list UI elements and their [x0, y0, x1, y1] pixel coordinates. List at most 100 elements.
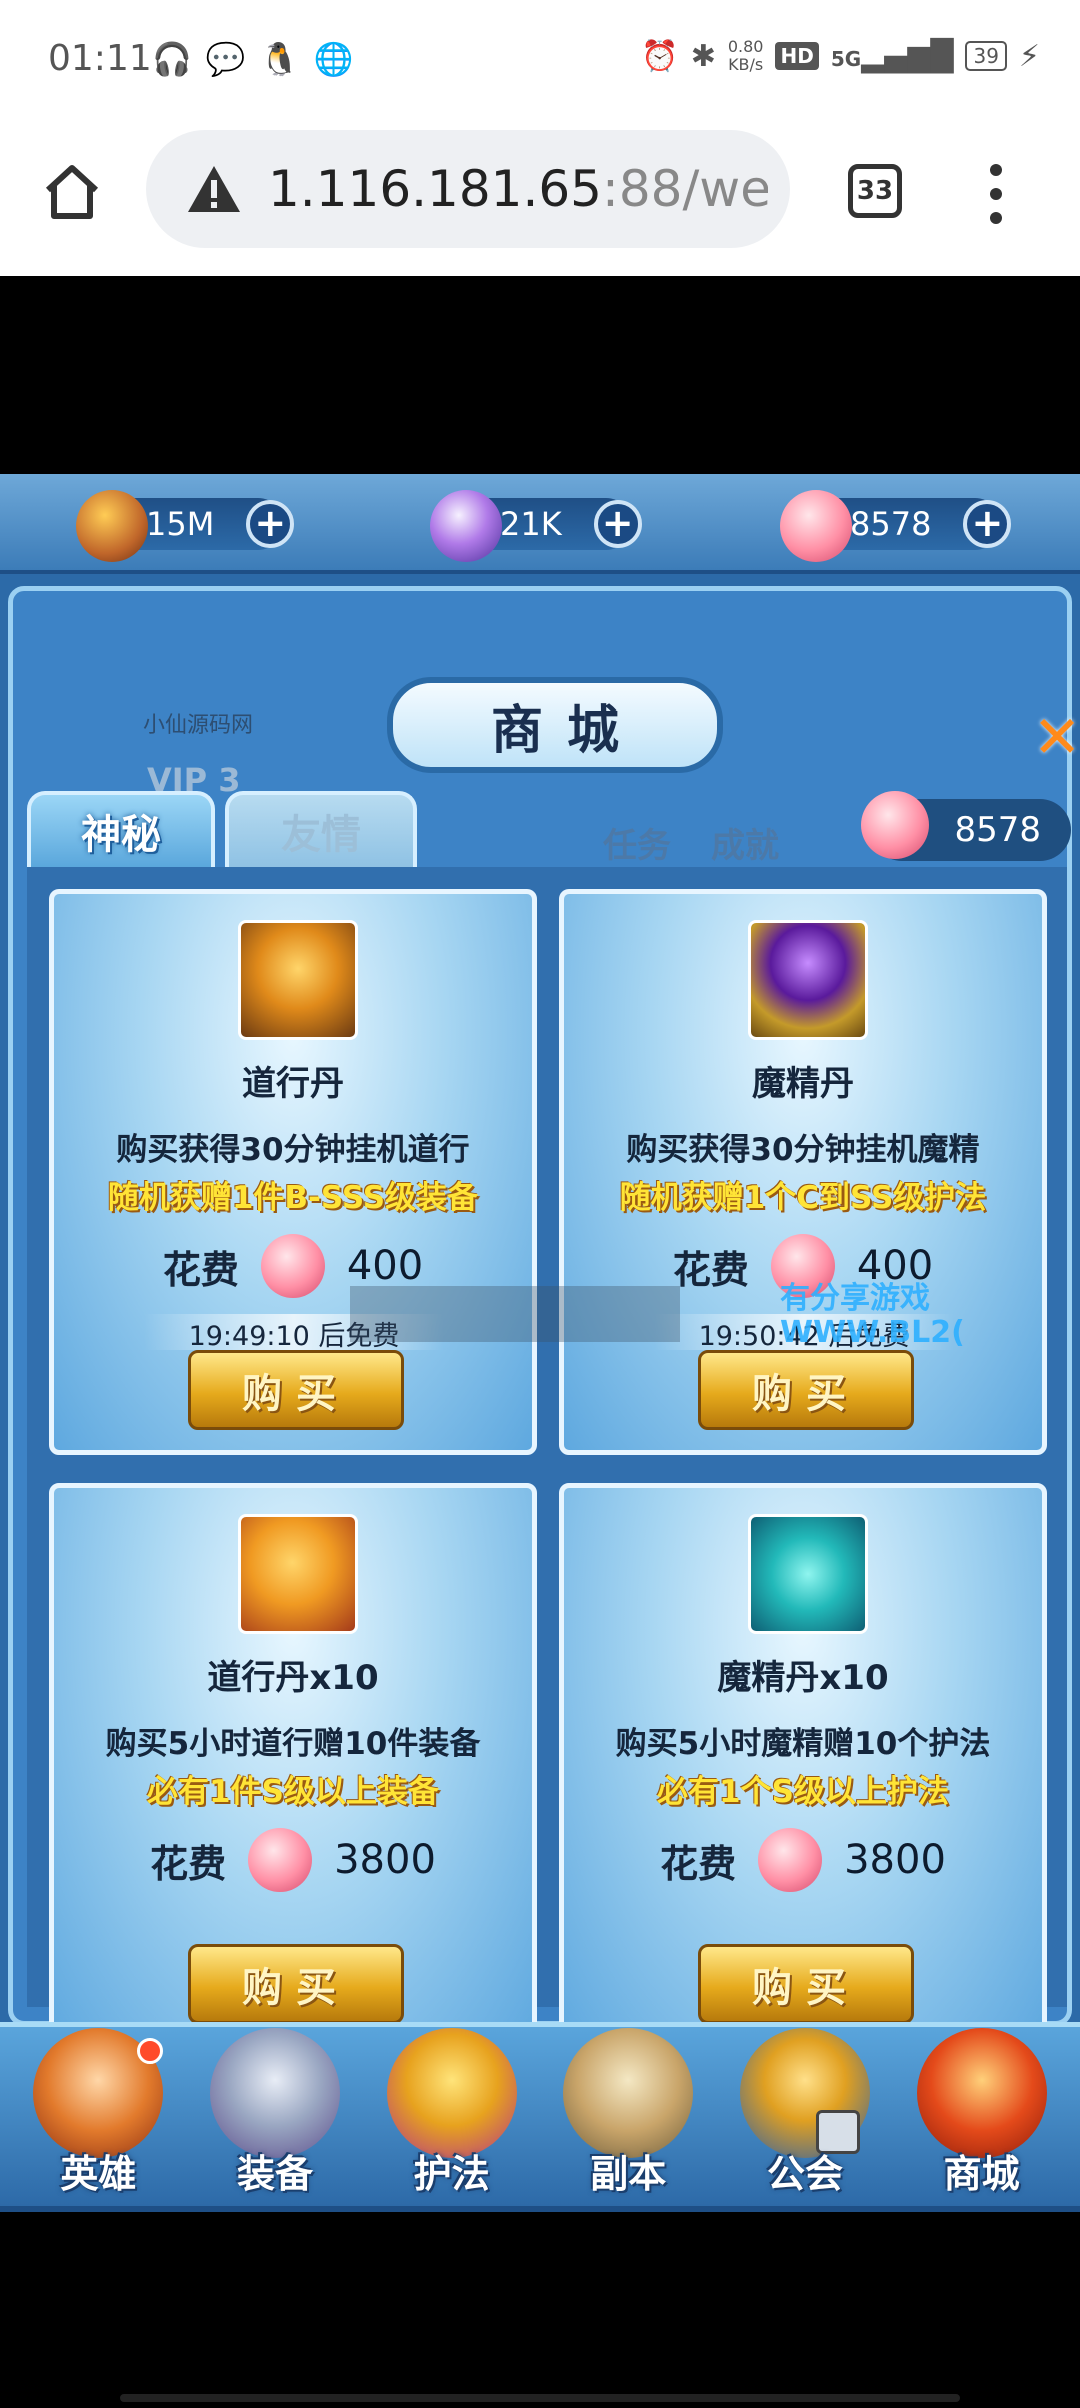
status-bar: 01:11 🎧 💬 🐧 🌐 ⏰ ✱ 0.80 KB/s HD 5G▂▄▆█ 39…: [0, 0, 1080, 120]
shop-item-card: 道行丹x10 购买5小时道行赠10件装备 必有1件S级以上装备 花费 3800 …: [49, 1483, 537, 2049]
shop-item-card: 魔精丹x10 购买5小时魔精赠10个护法 必有1个S级以上护法 花费 3800 …: [559, 1483, 1047, 2049]
cost-value: 3800: [334, 1837, 436, 1883]
resource-gourd: 15M +: [76, 490, 295, 562]
address-bar[interactable]: 1.116.181.65:88/west/: [146, 130, 790, 248]
nav-hero[interactable]: 英雄: [23, 2028, 173, 2198]
nav-guardian[interactable]: 护法: [377, 2028, 527, 2198]
task-label: 任务: [603, 826, 671, 866]
cost-label: 花费: [660, 1841, 737, 1886]
item-bonus: 随机获赠1个C到SS级护法: [619, 1180, 987, 1216]
watermark-text: 有分享游戏 WWW.BL2(: [780, 1282, 965, 1350]
peach-icon: [780, 490, 852, 564]
shop-title-banner: 商城: [387, 677, 723, 773]
cost-label: 花费: [672, 1247, 749, 1292]
tab-mystery[interactable]: 神秘: [27, 791, 215, 867]
tab-count: 33: [856, 176, 894, 206]
brand-watermark: 小仙源码网: [143, 713, 254, 738]
item-name: 魔精丹x10: [717, 1658, 889, 1698]
alarm-icon: ⏰: [641, 38, 679, 74]
peach-icon: [758, 1828, 823, 1894]
shop-item-card: 道行丹 购买获得30分钟挂机道行 随机获赠1件B-SSS级装备 花费 400 1…: [49, 889, 537, 1455]
daoxing-pill-icon: [238, 920, 358, 1040]
signal-icon: 5G▂▄▆█: [830, 38, 954, 74]
resource-value: 21K: [500, 505, 562, 543]
resource-bar: 15M + 21K + 8578 +: [0, 474, 1080, 574]
item-bonus: 随机获赠1件B-SSS级装备: [107, 1180, 479, 1216]
item-grid: 道行丹 购买获得30分钟挂机道行 随机获赠1件B-SSS级装备 花费 400 1…: [27, 867, 1067, 2137]
add-peach-button[interactable]: +: [963, 500, 1012, 548]
equipment-icon: [209, 2028, 340, 2158]
buy-button[interactable]: 购买: [698, 1350, 914, 1430]
status-right: ⏰ ✱ 0.80 KB/s HD 5G▂▄▆█ 39 ⚡: [641, 38, 1040, 74]
resource-gem: 21K +: [430, 490, 642, 562]
resource-value: 15M: [146, 505, 215, 543]
add-gourd-button[interactable]: +: [246, 500, 295, 548]
tab-friendship[interactable]: 友情: [225, 791, 417, 867]
mojing-bag-icon: [748, 1514, 868, 1634]
buy-button[interactable]: 购买: [188, 1944, 404, 2024]
bluetooth-icon: ✱: [690, 38, 716, 74]
url-text[interactable]: 1.116.181.65:88/west/: [268, 160, 768, 218]
item-cost: 花费 3800: [564, 1828, 1042, 1894]
buy-button[interactable]: 购买: [698, 1944, 914, 2024]
nav-label: 英雄: [60, 2152, 137, 2196]
warning-icon[interactable]: [186, 164, 242, 214]
guardian-icon: [386, 2028, 517, 2158]
peach-icon: [260, 1234, 325, 1300]
browser-toolbar: 1.116.181.65:88/west/ 33: [0, 120, 1080, 276]
qq-icon: 🐧: [259, 40, 300, 78]
network-speed: 0.80 KB/s: [728, 38, 764, 74]
nav-dungeon[interactable]: 副本: [553, 2028, 703, 2198]
gem-icon: [430, 490, 502, 562]
watermark-bar: [350, 1286, 680, 1342]
watermark-line: 有分享游戏: [780, 1281, 930, 1316]
daoxing-bag-icon: [238, 1514, 358, 1634]
cost-label: 花费: [150, 1841, 227, 1886]
resource-peach: 8578 +: [780, 490, 1012, 564]
charging-icon: ⚡: [1018, 38, 1040, 74]
status-time: 01:11: [48, 38, 152, 79]
earbuds-icon: 🎧: [152, 40, 192, 78]
home-icon[interactable]: [40, 160, 104, 224]
url-path: :88/west/: [601, 160, 768, 218]
item-name: 魔精丹: [752, 1064, 854, 1104]
battery-level: 39: [973, 44, 999, 68]
hd-badge: HD: [775, 42, 819, 70]
nav-label: 装备: [236, 2152, 313, 2196]
shop-item-card: 魔精丹 购买获得30分钟挂机魔精 随机获赠1个C到SS级护法 花费 400 19…: [559, 889, 1047, 1455]
game-view: 15M + 21K + 8578 + 小仙源码网 VIP 3 任务 成就 神秘: [0, 474, 1080, 2212]
add-gem-button[interactable]: +: [593, 500, 642, 548]
speed-unit: KB/s: [728, 55, 764, 74]
buy-button[interactable]: 购买: [188, 1350, 404, 1430]
notification-icons: 🎧 💬 🐧 🌐: [152, 40, 353, 78]
close-icon[interactable]: ✕: [1031, 708, 1080, 766]
nav-label: 副本: [590, 2152, 667, 2196]
item-name: 道行丹: [242, 1064, 344, 1104]
cost-label: 花费: [162, 1247, 239, 1292]
overflow-menu-icon[interactable]: [984, 164, 1008, 224]
speed-value: 0.80: [727, 37, 764, 56]
nav-label: 商城: [943, 2152, 1020, 2196]
item-desc: 购买获得30分钟挂机魔精: [626, 1132, 980, 1168]
gourd-icon: [76, 490, 148, 562]
notification-dot: [137, 2038, 164, 2064]
resource-value: 8578: [850, 505, 932, 543]
url-host: 1.116.181.65: [268, 160, 602, 218]
nav-shop[interactable]: 商城: [907, 2028, 1057, 2198]
peach-icon: [861, 791, 929, 861]
cost-value: 400: [346, 1243, 424, 1289]
peach-icon: [248, 1828, 313, 1894]
shop-title: 商城: [490, 700, 643, 761]
nav-label: 公会: [766, 2152, 843, 2196]
chat-icon: 💬: [205, 40, 246, 78]
battery-icon: 39: [965, 41, 1007, 71]
gesture-bar: [120, 2394, 960, 2402]
mojing-pill-icon: [748, 920, 868, 1040]
nav-guild[interactable]: 公会: [730, 2028, 880, 2198]
network-type: 5G: [830, 46, 862, 71]
nav-equipment[interactable]: 装备: [200, 2028, 350, 2198]
item-desc: 购买5小时魔精赠10个护法: [615, 1726, 991, 1762]
tab-switcher-button[interactable]: 33: [848, 164, 902, 218]
watermark-line: WWW.BL2(: [780, 1315, 965, 1350]
item-desc: 购买获得30分钟挂机道行: [116, 1132, 470, 1168]
